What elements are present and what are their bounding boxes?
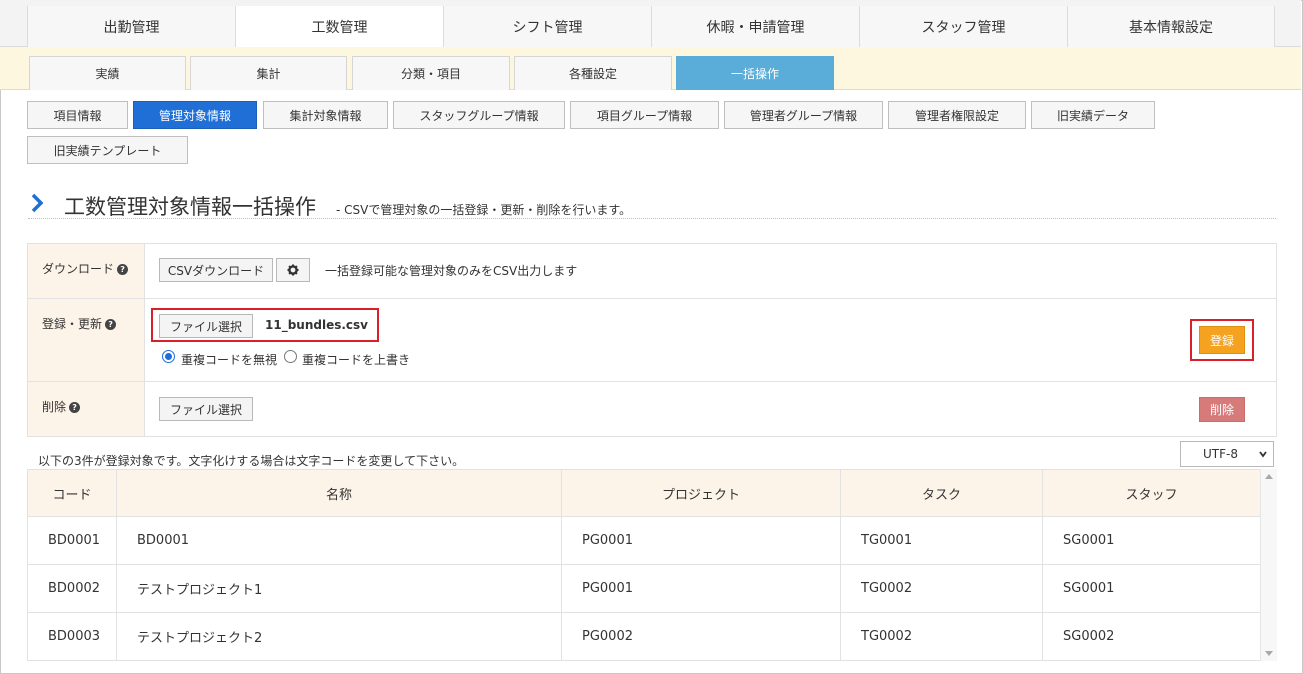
column-header-name: 名称	[116, 469, 562, 517]
sub-nav: 実績 集計 分類・項目 各種設定 一括操作	[0, 47, 1301, 90]
sub-tab-settings[interactable]: 各種設定	[514, 56, 672, 90]
download-settings-button[interactable]	[276, 258, 310, 282]
cell-code: BD0003	[27, 612, 117, 661]
register-button[interactable]: 登録	[1199, 326, 1245, 354]
cell-task: TG0002	[840, 612, 1043, 661]
top-nav: 出勤管理 工数管理 シフト管理 休暇・申請管理 スタッフ管理 基本情報設定	[0, 0, 1301, 48]
top-tab-staff[interactable]: スタッフ管理	[859, 6, 1067, 47]
cell-code: BD0002	[27, 564, 117, 613]
radio-ignore-duplicates[interactable]	[162, 350, 175, 363]
chevron-right-icon	[31, 193, 43, 213]
sub-tab-categories[interactable]: 分類・項目	[352, 56, 510, 90]
help-icon[interactable]: ?	[105, 319, 117, 330]
section-old-template[interactable]: 旧実績テンプレート	[27, 136, 188, 164]
top-tab-shift[interactable]: シフト管理	[443, 6, 651, 47]
section-aggregate-info[interactable]: 集計対象情報	[263, 101, 388, 129]
sub-tab-summary[interactable]: 集計	[190, 56, 347, 90]
cell-task: TG0001	[840, 516, 1043, 565]
section-staff-group-info[interactable]: スタッフグループ情報	[393, 101, 565, 129]
gear-icon	[287, 264, 299, 276]
section-item-info[interactable]: 項目情報	[27, 101, 128, 129]
radio-overwrite-label[interactable]: 重複コードを上書き	[302, 351, 410, 368]
help-icon[interactable]: ?	[69, 402, 81, 413]
register-label: 登録・更新?	[28, 299, 145, 381]
cell-name: テストプロジェクト1	[116, 564, 562, 613]
column-header-code: コード	[27, 469, 117, 517]
title-divider	[28, 218, 1276, 219]
chevron-down-icon	[1259, 451, 1267, 458]
help-icon[interactable]: ?	[117, 264, 129, 275]
section-item-group-info[interactable]: 項目グループ情報	[570, 101, 719, 129]
cell-code: BD0001	[27, 516, 117, 565]
register-label-text: 登録・更新	[42, 317, 103, 331]
cell-staff: SG0002	[1042, 612, 1261, 661]
registration-info-text: 以下の3件が登録対象です。文字化けする場合は文字コードを変更して下さい。	[38, 454, 465, 468]
download-note: 一括登録可能な管理対象のみをCSV出力します	[325, 264, 578, 278]
top-tab-attendance[interactable]: 出勤管理	[27, 6, 235, 47]
download-label: ダウンロード?	[28, 244, 145, 298]
encoding-select[interactable]: UTF-8	[1180, 441, 1274, 467]
target-preview-table: コード 名称 プロジェクト タスク スタッフ BD0001 BD0001 PG0…	[27, 469, 1261, 661]
top-tab-workload[interactable]: 工数管理	[235, 6, 443, 48]
delete-button[interactable]: 削除	[1199, 397, 1245, 422]
download-label-text: ダウンロード	[42, 262, 115, 276]
top-tab-leave[interactable]: 休暇・申請管理	[651, 6, 859, 47]
table-row: BD0001 BD0001 PG0001 TG0001 SG0001	[27, 516, 1261, 565]
table-row: BD0003 テストプロジェクト2 PG0002 TG0002 SG0002	[27, 612, 1261, 661]
table-row: BD0002 テストプロジェクト1 PG0001 TG0002 SG0001	[27, 564, 1261, 613]
radio-overwrite-duplicates[interactable]	[284, 350, 297, 363]
section-admin-permissions[interactable]: 管理者権限設定	[888, 101, 1026, 129]
radio-ignore-label[interactable]: 重複コードを無視	[181, 351, 277, 368]
delete-file-select-button[interactable]: ファイル選択	[159, 397, 253, 421]
delete-label-text: 削除	[42, 400, 67, 414]
section-target-info[interactable]: 管理対象情報	[133, 101, 257, 129]
scroll-down-arrow-icon[interactable]	[1265, 651, 1273, 656]
section-old-results[interactable]: 旧実績データ	[1031, 101, 1155, 129]
cell-project: PG0002	[561, 612, 841, 661]
selected-file-name: 11_bundles.csv	[265, 318, 368, 332]
scroll-up-arrow-icon[interactable]	[1265, 474, 1273, 479]
cell-staff: SG0001	[1042, 564, 1261, 613]
cell-staff: SG0001	[1042, 516, 1261, 565]
table-scrollbar[interactable]	[1260, 469, 1277, 661]
table-header-row: コード 名称 プロジェクト タスク スタッフ	[27, 469, 1261, 517]
encoding-value: UTF-8	[1203, 447, 1238, 461]
sub-tab-results[interactable]: 実績	[29, 56, 186, 90]
top-tab-basic-settings[interactable]: 基本情報設定	[1067, 6, 1275, 47]
cell-name: BD0001	[116, 516, 562, 565]
register-file-select-button[interactable]: ファイル選択	[159, 314, 253, 338]
page-title: 工数管理対象情報一括操作	[64, 195, 316, 219]
cell-name: テストプロジェクト2	[116, 612, 562, 661]
column-header-staff: スタッフ	[1042, 469, 1261, 517]
page-subtitle: - CSVで管理対象の一括登録・更新・削除を行います。	[336, 203, 632, 217]
cell-task: TG0002	[840, 564, 1043, 613]
csv-download-button[interactable]: CSVダウンロード	[159, 258, 273, 282]
delete-label: 削除?	[28, 382, 145, 436]
section-admin-group-info[interactable]: 管理者グループ情報	[724, 101, 883, 129]
column-header-task: タスク	[840, 469, 1043, 517]
cell-project: PG0001	[561, 564, 841, 613]
cell-project: PG0001	[561, 516, 841, 565]
sub-tab-bulk[interactable]: 一括操作	[676, 56, 834, 90]
column-header-project: プロジェクト	[561, 469, 841, 517]
